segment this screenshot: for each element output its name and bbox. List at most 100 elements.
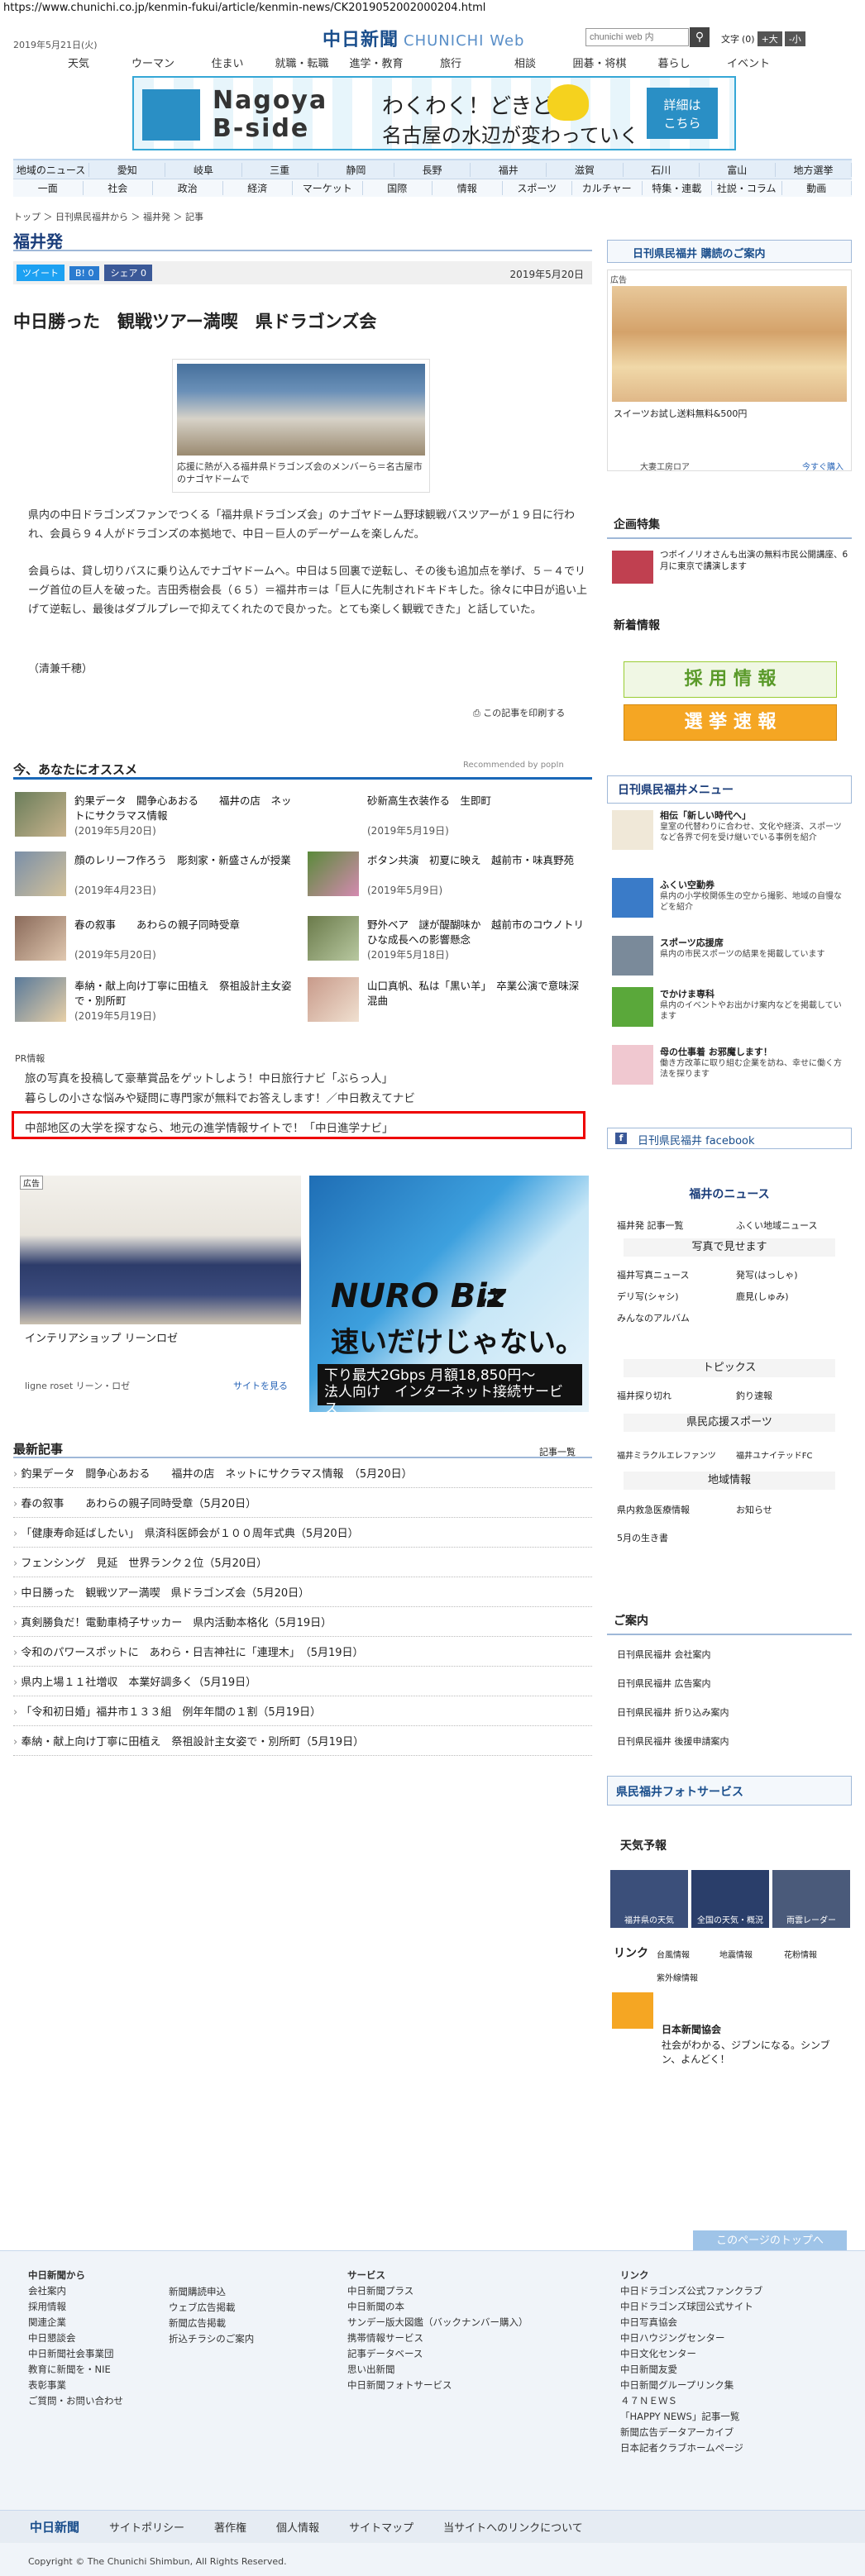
senkyo-banner[interactable]: 選 挙 速 報 [624,704,837,741]
region-nav-item[interactable]: 愛知 [89,162,166,177]
footer-link[interactable]: 表彰事業 [28,2378,123,2393]
genre-nav-item[interactable]: スポーツ [503,181,572,195]
latest-item[interactable]: 「健康寿命延ばしたい」 県済科医師会が１００周年式典（5月20日） [13,1521,592,1548]
menu-item-title[interactable]: でかけま専科 [660,987,714,1000]
region-nav-item[interactable]: 岐阜 [165,162,242,177]
genre-nav-item[interactable]: 国際 [363,181,432,195]
footer-link[interactable]: 中日ドラゴンズ球団公式サイト [620,2299,762,2315]
footer-bar-link[interactable]: 個人情報 [276,2519,319,2535]
recommend-provider[interactable]: Recommended by popIn [463,761,564,770]
footer-link[interactable]: 関連企業 [28,2315,123,2330]
footer-link[interactable]: 中日懇談会 [28,2330,123,2346]
footer-link[interactable]: 中日新聞の本 [347,2299,528,2315]
weather-national-button[interactable]: 全国の天気・概況 [691,1870,769,1928]
latest-item[interactable]: 中日勝った 観戦ツアー満喫 県ドラゴンズ会（5月20日） [13,1581,592,1607]
latest-item[interactable]: 「令和初日婚」福井市１３３組 例年年間の１割（5月19日） [13,1700,592,1726]
subscribe-link[interactable]: 日刊県民福井 購読のご案内 [607,240,852,263]
genre-nav-item[interactable]: 社会 [84,181,153,195]
top-nav-item[interactable]: 相談 [488,55,562,71]
region-nav-item[interactable]: 地域のニュース [13,162,90,177]
region-nav-item[interactable]: 静岡 [318,162,394,177]
footer-link[interactable]: 中日文化センター [620,2346,762,2362]
footer-link[interactable]: 日本記者クラブホームページ [620,2440,762,2456]
annai-link[interactable]: 日刊県民福井 折り込み案内 [617,1698,729,1727]
footer-link[interactable]: 折込チラシのご案内 [169,2331,254,2347]
footer-link[interactable]: 記事データベース [347,2346,528,2362]
footer-link[interactable]: 思い出新聞 [347,2362,528,2378]
menu-item-title[interactable]: 母の仕事着 お邪魔します！ [660,1045,772,1058]
menu-item-title[interactable]: 相伝「新しい時代へ」 [660,809,751,822]
facebook-share-button[interactable]: シェア 0 [104,265,152,281]
link-item[interactable]: 紫外線情報 [657,1971,698,1983]
photo-link[interactable]: 福井写真ニュース [617,1268,689,1281]
footer-link[interactable]: 中日ハウジングセンター [620,2330,762,2346]
page-top-button[interactable]: このページのトップへ [693,2230,847,2252]
footer-link[interactable]: 新聞広告データアーカイブ [620,2425,762,2440]
topics-link[interactable]: 釣り速報 [736,1389,772,1402]
annai-link[interactable]: 日刊県民福井 広告案内 [617,1669,729,1698]
footer-link[interactable]: ウェブ広告掲載 [169,2300,254,2316]
genre-nav-item[interactable]: 政治 [153,181,223,195]
footer-bar-link[interactable]: 著作権 [214,2519,246,2535]
menu-item-title[interactable]: スポーツ応援席 [660,936,724,949]
latest-item[interactable]: 真剣勝負だ！電動車椅子サッカー 県内活動本格化（5月19日） [13,1610,592,1637]
chiiki-link[interactable]: 県内救急医療情報 [617,1503,690,1516]
tweet-button[interactable]: ツイート [17,265,65,281]
footer-link[interactable]: 中日新聞プラス [347,2283,528,2299]
photo-service-banner[interactable]: 県民福井フォトサービス [607,1776,852,1806]
kikaku-text[interactable]: つボイノリオさんも出演の無料市民公開講座、6月に東京で講演します [660,549,850,572]
ad-caption[interactable]: インテリアショップ リーンロゼ [25,1329,178,1345]
genre-nav-item[interactable]: 一面 [13,181,84,195]
footer-link[interactable]: 会社案内 [28,2283,123,2299]
site-logo[interactable]: 中日新聞 CHUNICHI Web [323,25,524,51]
interior-ad-image[interactable] [20,1176,301,1324]
latest-item[interactable]: 令和のパワースポットに あわら・日吉神社に「連理木」 （5月19日） [13,1640,592,1667]
recommend-item[interactable]: ボタン共演 初夏に映え 越前市・味真野苑 (2019年5月9日) [308,852,589,901]
menu-item-title[interactable]: ふくい空勤券 [660,878,714,891]
pr-link[interactable]: 旅の写真を投稿して豪華賞品をゲットしよう！中日旅行ナビ「ぶらっ人」 [25,1069,393,1085]
footer-link[interactable]: 中日写真協会 [620,2315,762,2330]
chiiki-link[interactable]: お知らせ [736,1503,772,1516]
news-link[interactable]: 福井発 記事一覧 [617,1219,684,1232]
top-nav-item[interactable]: 天気 [41,55,116,71]
chiiki-link[interactable]: 5月の生き書 [617,1531,668,1544]
topics-link[interactable]: 福井探り切れ [617,1389,671,1402]
recommend-item[interactable]: 砂新高生衣装作る 生即町 (2019年5月19日) [308,792,589,842]
sports-link[interactable]: 福井ミラクルエレファンツ [617,1448,716,1461]
photo-link[interactable]: 発写(はっしゃ) [736,1268,798,1281]
top-nav-item[interactable]: 住まい [190,55,265,71]
latest-item[interactable]: 釣果データ 闘争心あおる 福井の店 ネットにサクラマス情報 （5月20日） [13,1462,592,1488]
region-nav-item[interactable]: 三重 [242,162,318,177]
footer-link[interactable]: 携帯情報サービス [347,2330,528,2346]
footer-link[interactable]: 中日新聞グループリンク集 [620,2378,762,2393]
footer-link[interactable]: 新聞購読申込 [169,2284,254,2300]
sweets-ad-buy[interactable]: 今すぐ購入 [802,460,843,472]
recommend-item[interactable]: 奉納・献上向け丁寧に田植え 祭祖設計主女姿で・別所町 (2019年5月19日) [15,977,296,1027]
photo-link[interactable]: デリ写(シャシ) [617,1290,679,1303]
latest-item[interactable]: 奉納・献上向け丁寧に田植え 祭祖設計主女姿で・別所町（5月19日） [13,1729,592,1756]
footer-link[interactable]: 採用情報 [28,2299,123,2315]
footer-link[interactable]: 中日ドラゴンズ公式ファンクラブ [620,2283,762,2299]
top-nav-item[interactable]: ウーマン [116,55,190,71]
footer-link[interactable]: 中日新聞友愛 [620,2362,762,2378]
recommend-item[interactable]: 釣果データ 闘争心あおる 福井の店 ネットにサクラマス情報 (2019年5月20日… [15,792,296,842]
region-nav-item[interactable]: 長野 [394,162,471,177]
recommend-item[interactable]: 春の叙事 あわらの親子同時受章 (2019年5月20日) [15,916,296,966]
hatena-bookmark-button[interactable]: B! 0 [69,265,100,280]
latest-item[interactable]: 県内上場１１社増収 本業好調多く（5月19日） [13,1670,592,1696]
article-photo[interactable] [177,364,425,456]
photo-link[interactable]: 鹿見(しゅみ) [736,1290,789,1303]
footer-bar-link[interactable]: サイトポリシー [109,2519,184,2535]
footer-logo[interactable]: 中日新聞 [30,2518,79,2535]
facebook-link[interactable]: 日刊県民福井 facebook [607,1128,852,1149]
footer-bar-link[interactable]: サイトマップ [349,2519,413,2535]
recommend-item[interactable]: 野外ベア 謎が醍醐味か 越前市のコウノトリひな成長への影響懸念 (2019年5月1… [308,916,589,966]
annai-link[interactable]: 日刊県民福井 会社案内 [617,1640,729,1669]
top-nav-item[interactable]: 就職・転職 [265,55,339,71]
weather-fukui-button[interactable]: 福井県の天気 [610,1870,688,1928]
print-article-link[interactable]: ⎙ この記事を印刷する [473,706,565,719]
top-nav-item[interactable]: 進学・教育 [339,55,413,71]
link-item[interactable]: 花粉情報 [784,1948,817,1960]
footer-link[interactable]: ご質問・お問い合わせ [28,2393,123,2409]
link-item[interactable]: 地震情報 [719,1948,753,1960]
